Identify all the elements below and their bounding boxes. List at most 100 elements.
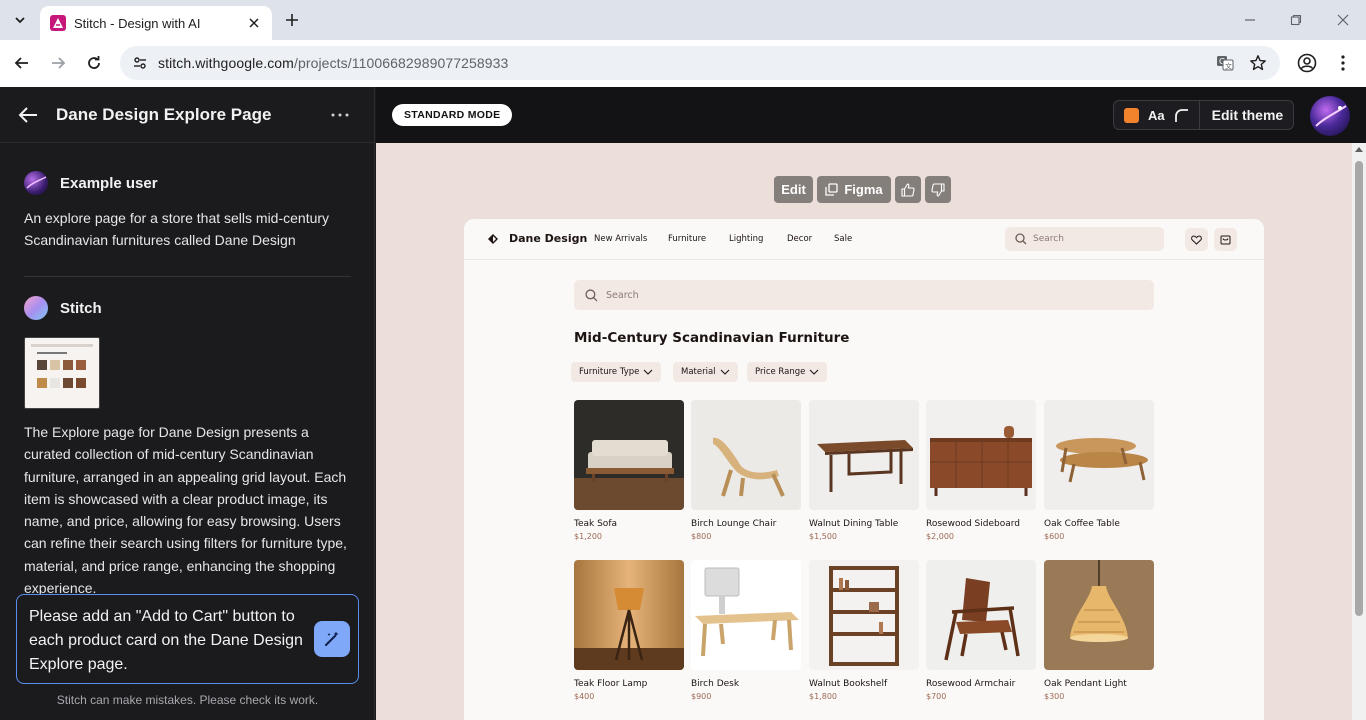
translate-icon: G文 [1217,56,1234,71]
preview-nav-sale[interactable]: Sale [834,234,852,244]
design-thumbnail[interactable] [24,337,100,409]
copy-to-figma-button[interactable]: Figma [817,176,891,203]
chevron-down-icon [810,369,819,375]
product-price: $1,200 [574,532,602,541]
edit-design-button[interactable]: Edit [774,176,813,203]
product-card[interactable]: Walnut Dining Table $1,500 [809,400,919,541]
window-minimize-button[interactable] [1240,10,1260,30]
product-name: Oak Coffee Table [1044,519,1120,529]
tab-search-button[interactable] [8,8,32,32]
tab-title: Stitch - Design with AI [74,15,201,31]
preview-filter-furniture-type[interactable]: Furniture Type [571,362,662,382]
thumbs-up-icon [901,182,915,197]
forward-button[interactable] [47,52,69,74]
minimize-icon [1245,19,1255,21]
product-card[interactable]: Walnut Bookshelf $1,800 [809,560,919,701]
canvas-scrollbar[interactable] [1352,143,1366,720]
user-message: An explore page for a store that sells m… [24,210,330,248]
user-avatar [24,171,48,195]
product-price: $1,500 [809,532,837,541]
more-horiz-icon [331,113,349,117]
preview-filter-price-range[interactable]: Price Range [747,362,828,382]
rosewood-armchair-image [926,560,1036,670]
back-button[interactable] [11,52,33,74]
preview-main-search-placeholder: Search [606,289,639,301]
preview-filter-material[interactable]: Material [673,362,738,382]
scroll-up-arrow-icon[interactable] [1355,147,1363,152]
product-card[interactable]: Oak Coffee Table $600 [1044,400,1154,541]
generate-button[interactable] [314,621,350,657]
mode-toggle[interactable]: STANDARD MODE [392,104,513,126]
window-close-button[interactable] [1333,10,1353,30]
filter-label: Price Range [755,367,806,377]
preview-nav-furniture[interactable]: Furniture [668,234,706,244]
restore-icon [1290,14,1302,26]
tab-close-button[interactable] [246,15,262,31]
address-bar[interactable]: stitch.withgoogle.com/projects/110066829… [120,46,1280,80]
edit-theme-button[interactable]: Edit theme [1212,107,1284,123]
chevron-down-icon [720,369,729,375]
theme-font-button[interactable]: Aa [1148,108,1165,123]
arrow-left-icon [18,107,37,123]
diamond-logo-icon [488,234,498,244]
product-name: Teak Sofa [574,519,617,529]
project-menu-button[interactable] [328,103,352,127]
product-name: Rosewood Sideboard [926,519,1020,529]
teak-floor-lamp-image [574,560,684,670]
product-card[interactable]: Teak Floor Lamp $400 [574,560,684,701]
browser-menu-button[interactable] [1332,52,1354,74]
corner-radius-icon[interactable] [1173,107,1189,123]
product-card[interactable]: Oak Pendant Light $300 [1044,560,1154,701]
preview-nav-decor[interactable]: Decor [787,234,812,244]
preview-top-search[interactable]: Search [1005,227,1164,251]
product-card[interactable]: Rosewood Sideboard $2,000 [926,400,1036,541]
preview-nav-lighting[interactable]: Lighting [729,234,763,244]
product-name: Rosewood Armchair [926,679,1016,689]
product-card[interactable]: Birch Desk $900 [691,560,801,701]
translate-button[interactable]: G文 [1215,53,1235,73]
back-to-projects-button[interactable] [16,103,40,127]
product-price: $2,000 [926,532,954,541]
chevron-down-icon [644,369,653,375]
design-canvas[interactable]: Edit Figma Dane Design New Arrivals Furn… [376,143,1352,720]
theme-controls[interactable]: Aa Edit theme [1113,100,1294,130]
theme-color-swatch[interactable] [1124,107,1139,123]
window-restore-button[interactable] [1286,10,1306,30]
product-card[interactable]: Rosewood Armchair $700 [926,560,1036,701]
account-avatar[interactable] [1310,96,1350,136]
product-price: $400 [574,692,595,701]
project-header: Dane Design Explore Page [0,87,375,143]
stitch-favicon-icon [50,15,66,31]
thumbs-up-button[interactable] [895,176,921,203]
reload-button[interactable] [83,52,105,74]
profile-button[interactable] [1296,52,1318,74]
site-settings-icon[interactable] [130,53,150,73]
browser-tab-active[interactable]: Stitch - Design with AI [40,6,272,40]
stitch-name: Stitch [60,300,102,317]
url-path: /projects/11006682989077258933 [293,55,509,71]
preview-cart-button[interactable] [1214,228,1237,251]
copy-icon [825,183,838,196]
product-card[interactable]: Teak Sofa $1,200 [574,400,684,541]
scroll-thumb[interactable] [1355,161,1363,616]
stitch-avatar [24,296,48,320]
prompt-input[interactable]: Please add an "Add to Cart" button to ea… [16,594,359,684]
url-text: stitch.withgoogle.com/projects/110066829… [158,55,508,71]
product-name: Birch Desk [691,679,740,689]
stitch-message: The Explore page for Dane Design present… [24,424,347,597]
new-tab-button[interactable] [282,10,302,30]
birch-lounge-chair-image [691,400,801,510]
thumbs-down-button[interactable] [925,176,951,203]
design-preview[interactable]: Dane Design New Arrivals Furniture Light… [464,219,1264,720]
search-icon [1015,233,1027,245]
preview-wishlist-button[interactable] [1185,228,1208,251]
prompt-input-text[interactable]: Please add an "Add to Cart" button to ea… [29,605,309,677]
product-price: $300 [1044,692,1065,701]
preview-brand[interactable]: Dane Design [509,232,587,245]
preview-nav-new-arrivals[interactable]: New Arrivals [594,234,647,244]
bookmark-button[interactable] [1248,53,1268,73]
preview-navbar: Dane Design New Arrivals Furniture Light… [464,219,1264,260]
preview-main-search[interactable]: Search [574,280,1154,310]
plus-icon [286,14,298,26]
product-card[interactable]: Birch Lounge Chair $800 [691,400,801,541]
